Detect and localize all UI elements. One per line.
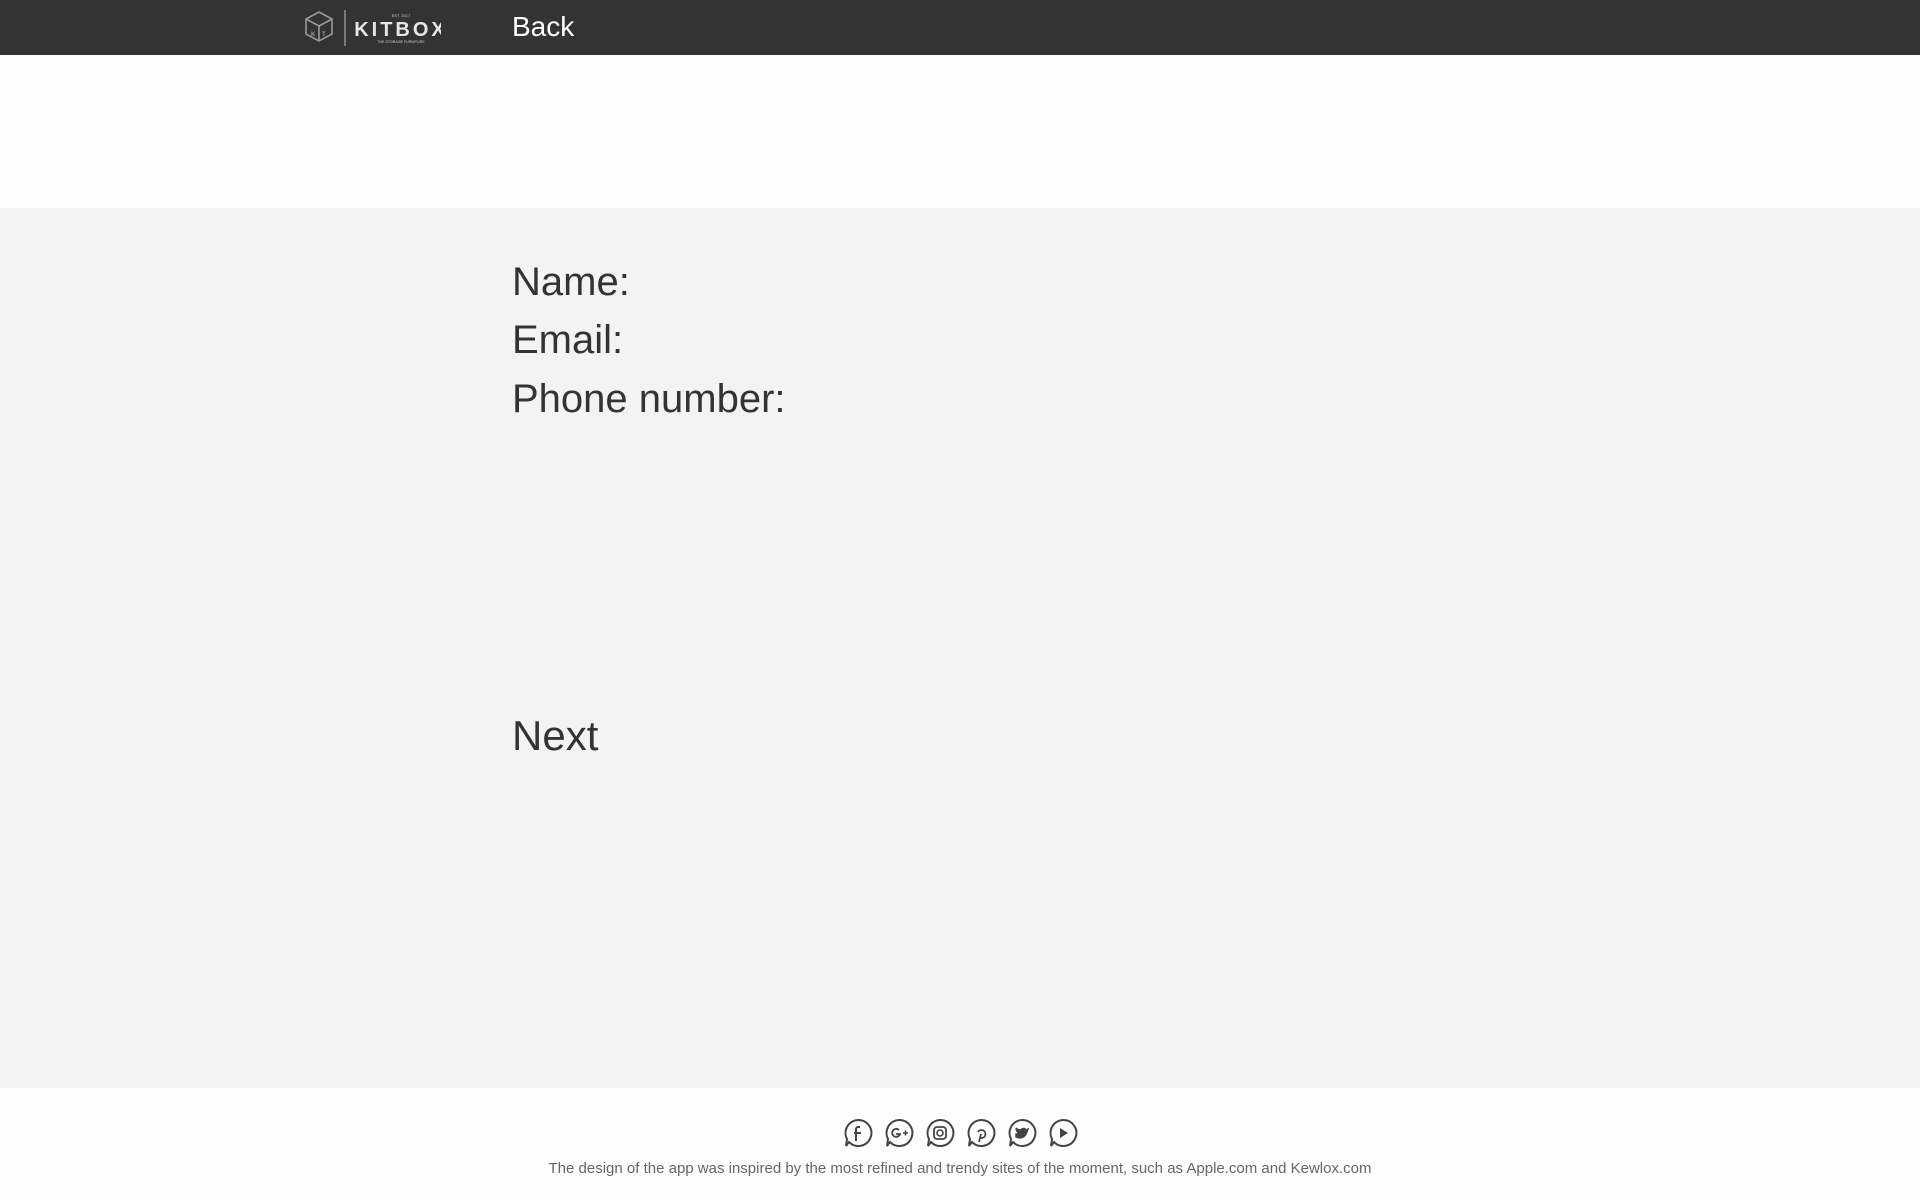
name-label: Name: <box>512 260 630 304</box>
svg-text:T: T <box>322 32 326 38</box>
social-links <box>0 1118 1920 1150</box>
back-link[interactable]: Back <box>512 9 574 45</box>
facebook-icon[interactable] <box>843 1118 873 1148</box>
kitbox-logo[interactable]: K T EST. 2017 KITBOX THE STORAGE FURNITU… <box>305 8 441 48</box>
main-panel: Name: Email: Phone number: Next <box>0 208 1920 1088</box>
instagram-icon[interactable] <box>925 1118 955 1148</box>
header-spacer <box>0 55 1920 208</box>
twitter-icon[interactable] <box>1007 1118 1037 1148</box>
logo-tagline: THE STORAGE FURNITURE <box>377 40 425 44</box>
email-label: Email: <box>512 318 624 362</box>
youtube-icon[interactable] <box>1048 1118 1078 1148</box>
google-plus-icon[interactable] <box>884 1118 914 1148</box>
pinterest-icon[interactable] <box>966 1118 996 1148</box>
top-bar: K T EST. 2017 KITBOX THE STORAGE FURNITU… <box>0 0 1920 55</box>
phone-label: Phone number: <box>512 377 786 421</box>
footer-credit: The design of the app was inspired by th… <box>548 1160 1372 1177</box>
next-button[interactable]: Next <box>512 710 598 762</box>
svg-text:K: K <box>311 32 316 38</box>
logo-est: EST. 2017 <box>392 13 411 18</box>
logo-brand: KITBOX <box>354 19 441 41</box>
